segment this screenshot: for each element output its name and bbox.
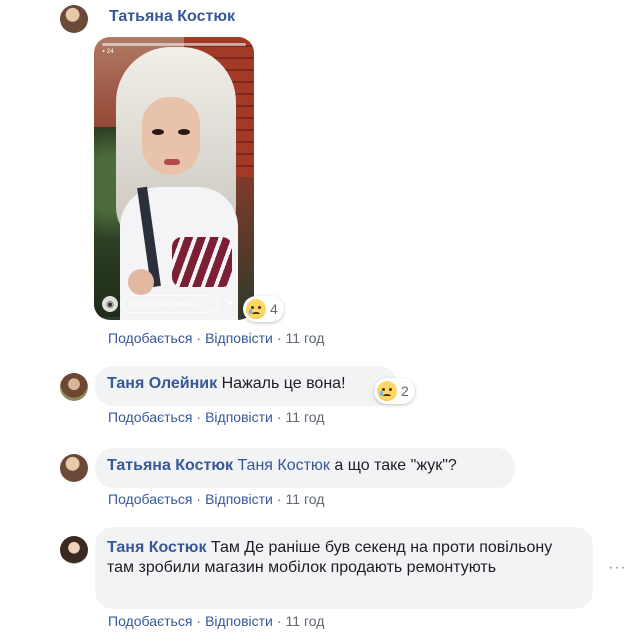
avatar[interactable] [60, 5, 88, 33]
comment-author[interactable]: Татьяна Костюк [107, 457, 233, 474]
avatar[interactable] [60, 454, 88, 482]
photo-subject [152, 129, 164, 135]
comment-bubble: Таня Олейник Нажаль це вона! [95, 366, 397, 406]
comment-text: а що таке "жук"? [334, 457, 457, 474]
comment-time[interactable]: 11 год [286, 409, 325, 425]
comment-actions: Подобається · Відповісти · 11 год [108, 613, 324, 629]
comment-author[interactable]: Татьяна Костюк [109, 8, 235, 26]
comment-time[interactable]: 11 год [286, 330, 325, 346]
like-link[interactable]: Подобається [108, 330, 192, 346]
sad-reaction-icon [377, 381, 397, 401]
story-meta: ⭑ 24 [102, 49, 114, 55]
avatar[interactable] [60, 373, 88, 401]
mention-link[interactable]: Таня Костюк [237, 457, 329, 474]
comment-bubble: Таня Костюк Там Де раніше був секенд на … [95, 527, 593, 609]
separator: · [276, 613, 282, 629]
separator: · [196, 613, 202, 629]
separator: · [196, 491, 202, 507]
reaction-count: 4 [270, 301, 278, 317]
sad-reaction-icon [246, 299, 266, 319]
story-progress-bar [102, 43, 246, 46]
comment-author[interactable]: Таня Олейник [107, 375, 217, 392]
like-link[interactable]: Подобається [108, 409, 192, 425]
comment-actions: Подобається · Відповісти · 11 год [108, 491, 324, 507]
separator: · [196, 330, 202, 346]
reply-link[interactable]: Відповісти [205, 491, 273, 507]
comment-photo[interactable]: ⭑ 24 ◉ Надіслати повідомлення ➤ [94, 37, 254, 320]
like-link[interactable]: Подобається [108, 491, 192, 507]
separator: · [276, 491, 282, 507]
comment-time[interactable]: 11 год [286, 613, 325, 629]
reaction-count: 2 [401, 383, 409, 399]
comment-time[interactable]: 11 год [286, 491, 325, 507]
photo-subject [172, 237, 232, 287]
separator: · [276, 330, 282, 346]
photo-subject [178, 129, 190, 135]
send-icon: ➤ [225, 298, 235, 309]
separator: · [276, 409, 282, 425]
reaction-summary[interactable]: 2 [374, 378, 415, 404]
comment-author[interactable]: Таня Костюк [107, 539, 206, 556]
separator: · [196, 409, 202, 425]
comment-actions: Подобається · Відповісти · 11 год [108, 409, 324, 425]
reaction-summary[interactable]: 4 [243, 296, 284, 322]
photo-subject [164, 159, 180, 165]
comment-actions: Подобається · Відповісти · 11 год [108, 330, 324, 346]
avatar[interactable] [60, 536, 88, 564]
reply-link[interactable]: Відповісти [205, 613, 273, 629]
comment-text: Нажаль це вона! [221, 375, 346, 392]
camera-icon: ◉ [102, 296, 118, 312]
more-options-icon[interactable]: ··· [608, 559, 627, 577]
story-message-input: Надіслати повідомлення [122, 295, 218, 313]
reply-link[interactable]: Відповісти [205, 330, 273, 346]
comment-bubble: Татьяна Костюк Таня Костюк а що таке "жу… [95, 448, 515, 488]
like-link[interactable]: Подобається [108, 613, 192, 629]
reply-link[interactable]: Відповісти [205, 409, 273, 425]
photo-subject [128, 269, 154, 295]
